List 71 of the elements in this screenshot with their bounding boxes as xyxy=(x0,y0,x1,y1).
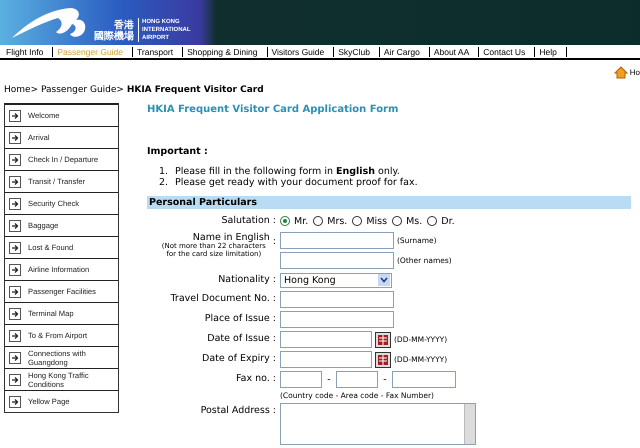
nav-link[interactable]: Shopping & Dining xyxy=(183,46,268,56)
important-heading: Important : xyxy=(147,146,209,159)
home-icon[interactable] xyxy=(614,66,628,78)
logo-chinese-text: 國際機場 xyxy=(94,31,134,42)
current-page-title: HKIA Frequent Visitor Card xyxy=(126,85,264,95)
arrow-icon xyxy=(9,110,21,122)
nationality-dropdown[interactable]: Hong Kong xyxy=(280,272,392,288)
arrow-icon xyxy=(9,154,21,166)
arrow-icon xyxy=(9,220,21,232)
nav-link[interactable]: Help xyxy=(535,46,567,56)
logo-chinese-text: 香港 xyxy=(114,20,134,31)
field-label: Name in English xyxy=(192,233,270,242)
input-field[interactable] xyxy=(280,232,394,249)
arrow-icon xyxy=(9,396,21,408)
arrow-icon xyxy=(9,308,21,320)
section-header: Personal Particulars xyxy=(147,196,631,209)
nav-link[interactable]: Flight Info xyxy=(2,46,54,56)
cut-off-link-text[interactable]: Ho xyxy=(630,68,640,76)
date-field[interactable] xyxy=(280,351,372,368)
field-label: Travel Document No. : xyxy=(170,293,276,304)
nav-link[interactable]: About AA xyxy=(430,46,480,56)
field-label: Date of Expiry : xyxy=(202,353,276,364)
arrow-icon xyxy=(9,132,21,144)
dash-text: - xyxy=(326,374,332,385)
arrow-icon xyxy=(9,242,21,254)
arrow-icon xyxy=(9,330,21,342)
radio-button[interactable]: Miss xyxy=(352,216,388,226)
breadcrumb-separator: > xyxy=(116,85,124,95)
breadcrumb-separator: > xyxy=(30,85,38,95)
arrow-icon xyxy=(9,374,21,386)
input-field[interactable] xyxy=(336,371,378,388)
nav-link[interactable]: Air Cargo xyxy=(380,46,430,56)
input-field[interactable] xyxy=(280,291,394,308)
instruction-text: Please get ready with your document proof for fax. xyxy=(175,177,418,188)
scrollbar[interactable] xyxy=(464,404,475,444)
input-field[interactable] xyxy=(280,311,394,328)
input-field[interactable] xyxy=(280,252,394,269)
arrow-icon xyxy=(9,286,21,298)
label-colon: : xyxy=(272,235,276,249)
form-title: HKIA Frequent Visitor Card Application Form xyxy=(147,103,400,117)
arrow-icon xyxy=(9,264,21,276)
address-textarea[interactable] xyxy=(280,403,476,445)
radio-button[interactable]: Mr. xyxy=(280,216,308,226)
field-label: Fax no. : xyxy=(236,373,276,384)
input-field[interactable] xyxy=(392,371,456,388)
field-label: Place of Issue : xyxy=(204,313,276,324)
dash-text: - xyxy=(382,374,388,385)
calendar-icon[interactable] xyxy=(375,332,391,348)
input-field[interactable] xyxy=(280,371,322,388)
arrow-icon xyxy=(9,198,21,210)
arrow-icon xyxy=(9,176,21,188)
nav-link[interactable]: Visitors Guide xyxy=(268,46,334,56)
list-number: 1. xyxy=(159,166,169,177)
field-label: Nationality : xyxy=(218,274,276,285)
radio-button[interactable]: Mrs. xyxy=(313,216,348,226)
nav-link[interactable]: Transport xyxy=(133,46,184,56)
radio-button[interactable]: Dr. xyxy=(427,216,455,226)
nav-link[interactable]: SkyClub xyxy=(334,46,380,56)
arrow-icon xyxy=(9,352,21,364)
field-label: Date of Issue : xyxy=(207,333,276,344)
dropdown-arrow-icon xyxy=(378,274,390,286)
list-number: 2. xyxy=(159,177,169,188)
radio-button[interactable]: Ms. xyxy=(392,216,422,226)
field-label: Postal Address : xyxy=(200,405,276,416)
calendar-icon[interactable] xyxy=(375,352,391,368)
instruction-text: Please fill in the following form in English only. xyxy=(175,166,400,177)
breadcrumb-link[interactable]: Passenger Guide xyxy=(41,85,116,95)
nav-link[interactable]: Contact Us xyxy=(479,46,536,56)
date-field[interactable] xyxy=(280,331,372,348)
field-label: Salutation : xyxy=(222,215,276,226)
breadcrumb-link[interactable]: Home xyxy=(4,85,31,95)
